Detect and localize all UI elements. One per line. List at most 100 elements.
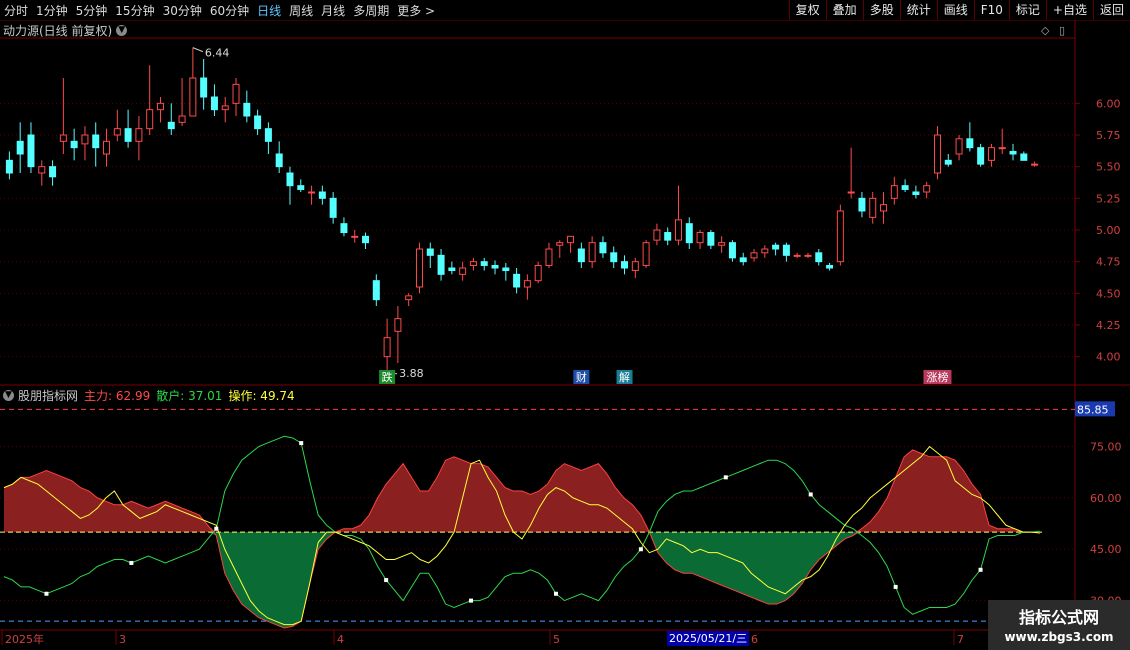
candle-body <box>567 235 575 244</box>
candle-body <box>243 102 251 117</box>
candle-body <box>351 235 359 238</box>
candle-body <box>232 83 240 104</box>
candle-body <box>923 185 931 193</box>
candle-body <box>631 261 639 272</box>
candle-body <box>513 273 521 288</box>
retail-marker <box>44 591 49 596</box>
candle-body <box>804 254 812 257</box>
low-price-label: 3.88 <box>399 367 424 380</box>
candle-body <box>81 134 89 145</box>
candle-body <box>383 337 391 358</box>
candle-body <box>329 197 337 218</box>
candle-body <box>815 252 823 263</box>
candle-body <box>739 257 747 263</box>
time-axis-label: 4 <box>337 633 344 646</box>
candle-body <box>437 254 445 275</box>
candle-body <box>933 134 941 174</box>
candle-body <box>966 138 974 149</box>
candle-body <box>448 267 456 272</box>
candle-body <box>1031 163 1039 166</box>
candle-body <box>275 153 283 168</box>
indicator-tick-label: 75.00 <box>1090 441 1122 454</box>
candle-body <box>49 166 57 178</box>
candle-body <box>297 185 305 190</box>
candle-body <box>221 105 229 111</box>
candle-body <box>847 191 855 194</box>
price-tick-label: 4.25 <box>1096 319 1121 332</box>
candle-body <box>728 242 736 259</box>
candle-body <box>987 147 995 161</box>
retail-marker <box>638 547 643 552</box>
candle-body <box>944 159 952 165</box>
candle-body <box>308 191 316 194</box>
candle-body <box>200 77 208 98</box>
candle-body <box>955 138 963 155</box>
candle-body <box>750 252 758 259</box>
candle-body <box>491 264 499 269</box>
candle-body <box>912 191 920 196</box>
candle-body <box>718 242 726 246</box>
candle-body <box>146 109 154 130</box>
candle-body <box>156 102 164 111</box>
candle-body <box>5 159 13 174</box>
retail-marker <box>214 526 219 531</box>
candle-body <box>674 219 682 241</box>
candle-body <box>836 210 844 263</box>
candle-body <box>858 197 866 212</box>
candle-body <box>124 128 132 142</box>
retail-marker <box>723 475 728 480</box>
candle-body <box>502 267 510 272</box>
high-marker-line <box>192 47 204 53</box>
candle-body <box>340 223 348 234</box>
candle-body <box>577 248 585 263</box>
event-tag: 解 <box>619 370 630 384</box>
candle-body <box>178 115 186 123</box>
event-tag: 跌 <box>382 370 393 384</box>
candle-body <box>998 147 1006 150</box>
candle-body <box>264 128 272 142</box>
candle-body <box>977 147 985 165</box>
retail-marker <box>978 567 983 572</box>
candle-body <box>653 229 661 241</box>
price-tick-label: 5.25 <box>1096 192 1121 205</box>
candle-body <box>405 295 413 301</box>
candle-body <box>664 232 672 241</box>
candle-body <box>761 248 769 254</box>
candle-body <box>523 280 531 288</box>
time-axis-label: 3 <box>119 633 126 646</box>
stock-chart-canvas[interactable]: 6.00 5.75 5.50 5.25 5.00 4.75 4.50 4.25 4.00 6.44… <box>0 0 1130 650</box>
retail-marker <box>299 441 304 446</box>
price-tick-label: 5.50 <box>1096 161 1121 174</box>
candle-body <box>372 280 380 301</box>
retail-marker <box>469 598 474 603</box>
candle-body <box>556 242 564 246</box>
watermark-url: www.zbgs3.com <box>1004 630 1114 644</box>
candle-body <box>793 254 801 257</box>
price-tick-label: 6.00 <box>1096 97 1121 110</box>
candle-body <box>588 242 596 263</box>
price-tick-label: 4.75 <box>1096 256 1121 269</box>
candle-body <box>318 191 326 199</box>
event-tag: 涨榜 <box>926 370 948 384</box>
candle-body <box>826 264 834 269</box>
time-axis-label: 5 <box>553 633 560 646</box>
candle-body <box>901 185 909 190</box>
candle-body <box>459 267 467 275</box>
candle-body <box>415 248 423 288</box>
candle-body <box>394 318 402 332</box>
candle-body <box>642 242 650 266</box>
candle-body <box>545 248 553 266</box>
high-price-label: 6.44 <box>205 47 230 60</box>
operation-line <box>3 445 1041 626</box>
candle-body <box>880 204 888 212</box>
candle-body <box>210 96 218 111</box>
price-tick-label: 4.00 <box>1096 351 1121 364</box>
watermark-title: 指标公式网 <box>1018 608 1099 627</box>
candle-body <box>135 128 143 142</box>
candle-body <box>113 128 121 136</box>
candle-body <box>1020 153 1028 161</box>
time-axis-label: 2025年 <box>5 632 44 646</box>
candle-body <box>469 261 477 266</box>
candle-body <box>92 134 100 149</box>
candle-body <box>286 172 294 187</box>
